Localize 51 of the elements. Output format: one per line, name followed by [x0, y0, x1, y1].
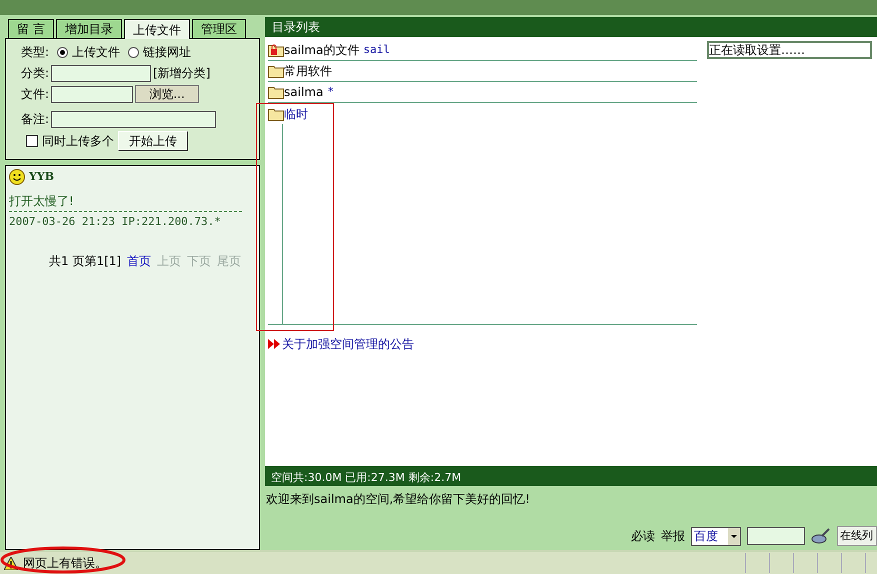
locked-folder-icon: [268, 43, 284, 57]
folder-name[interactable]: sailma的文件: [284, 41, 360, 59]
online-list-button[interactable]: 在线列: [837, 526, 877, 546]
folder-name[interactable]: 常用软件: [284, 62, 332, 80]
tab[interactable]: 上传文件: [124, 19, 190, 39]
radio-button[interactable]: [128, 46, 140, 58]
report-link[interactable]: 举报: [661, 527, 685, 545]
tab[interactable]: 留 言: [8, 19, 54, 38]
message-meta: 2007-03-26 21:23 IP:221.200.73.*: [9, 214, 222, 230]
read-first-link[interactable]: 必读: [631, 527, 655, 545]
welcome-text: 欢迎来到sailma的空间,希望给你留下美好的回忆!: [266, 491, 531, 508]
message-text: 打开太慢了!: [9, 192, 242, 212]
smiley-icon: [9, 169, 25, 186]
double-arrow-icon: [268, 339, 280, 349]
category-field[interactable]: [51, 64, 152, 82]
page-info: 共1 页第1[1]: [49, 253, 122, 270]
status-message: 网页上有错误。: [23, 555, 107, 572]
folder-icon: [268, 85, 284, 99]
search-field[interactable]: [747, 527, 805, 545]
radio-button[interactable]: [57, 46, 68, 58]
tab[interactable]: 管理区: [192, 19, 246, 38]
folder-note: *: [327, 84, 334, 100]
note-label: 备注:: [21, 111, 50, 128]
radio-label: 上传文件: [72, 44, 120, 61]
folder-note: sail: [363, 42, 390, 58]
note-field[interactable]: [51, 110, 216, 128]
search-engine-select[interactable]: 百度: [691, 526, 741, 546]
browse-button[interactable]: 浏览...: [135, 85, 200, 103]
category-label: 分类:: [21, 65, 50, 82]
type-label: 类型:: [21, 44, 50, 61]
directory-title: 目录列表: [272, 19, 320, 36]
search-icon[interactable]: [811, 527, 831, 545]
file-field[interactable]: [51, 86, 134, 102]
folder-icon: [268, 106, 284, 120]
space-usage: 空间共:30.0M 已用:27.3M 剩余:2.7M: [271, 470, 462, 486]
start-upload-button[interactable]: 开始上传: [118, 131, 188, 151]
checkbox[interactable]: [26, 135, 38, 147]
folder-name[interactable]: 临时: [284, 104, 308, 122]
settings-status-box: 正在读取设置……: [707, 41, 872, 59]
pager-link[interactable]: 首页: [127, 252, 152, 270]
file-label: 文件:: [21, 86, 50, 103]
warning-icon: [4, 556, 18, 570]
folder-name[interactable]: sailma: [284, 83, 324, 101]
folder-icon: [268, 64, 284, 78]
multi-upload-label: 同时上传多个: [42, 133, 114, 150]
radio-label: 链接网址: [143, 44, 192, 61]
notice-link[interactable]: 关于加强空间管理的公告: [282, 335, 414, 353]
dropdown-icon: [728, 528, 740, 544]
author-name: YYB: [29, 169, 54, 185]
new-category-link[interactable]: [新增分类]: [153, 64, 210, 82]
tab[interactable]: 增加目录: [56, 19, 122, 38]
